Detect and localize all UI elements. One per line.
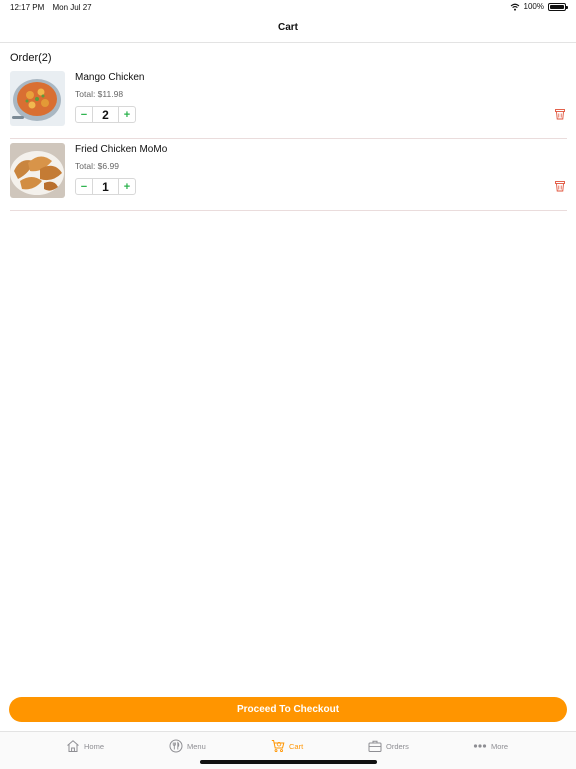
order-count-header: Order(2) bbox=[10, 52, 52, 64]
tab-label: More bbox=[491, 741, 509, 751]
item-name: Fried Chicken MoMo bbox=[75, 144, 168, 155]
tab-label: Orders bbox=[386, 741, 409, 751]
tab-cart[interactable]: Cart bbox=[271, 739, 303, 753]
battery-percent: 100% bbox=[523, 2, 544, 11]
decrement-button[interactable]: − bbox=[76, 179, 93, 194]
mango-chicken-image bbox=[10, 71, 65, 126]
status-time: 12:17 PM bbox=[10, 3, 45, 12]
status-bar: 12:17 PM Mon Jul 27 100% bbox=[0, 0, 576, 14]
item-name: Mango Chicken bbox=[75, 72, 145, 83]
tab-home[interactable]: Home bbox=[66, 739, 104, 753]
increment-button[interactable]: + bbox=[118, 107, 135, 122]
status-date: Mon Jul 27 bbox=[52, 3, 92, 12]
orders-icon bbox=[368, 740, 382, 752]
tab-label: Home bbox=[84, 741, 105, 751]
status-left: 12:17 PM Mon Jul 27 bbox=[10, 3, 98, 12]
cart-icon bbox=[271, 740, 285, 753]
page-title: Cart bbox=[277, 22, 298, 33]
tab-orders[interactable]: Orders bbox=[368, 739, 409, 753]
item-total: Total: $6.99 bbox=[75, 161, 119, 171]
status-right: 100% bbox=[510, 2, 568, 11]
cart-item-mango-chicken: Mango Chicken Total: $11.98 − 2 + bbox=[10, 68, 567, 139]
more-icon bbox=[473, 744, 487, 748]
menu-icon bbox=[169, 739, 183, 753]
tab-label: Menu bbox=[187, 741, 206, 751]
cart-item-fried-chicken-momo: Fried Chicken MoMo Total: $6.99 − 1 + bbox=[10, 140, 567, 211]
navigation-bar: Cart bbox=[0, 14, 576, 43]
battery-icon bbox=[548, 2, 568, 11]
proceed-to-checkout-button[interactable]: Proceed To Checkout bbox=[9, 697, 567, 722]
quantity-value: 1 bbox=[102, 179, 109, 194]
quantity-value: 2 bbox=[102, 107, 109, 122]
tab-menu[interactable]: Menu bbox=[169, 739, 206, 753]
trash-icon[interactable] bbox=[555, 180, 565, 192]
home-icon bbox=[67, 740, 79, 752]
wifi-icon bbox=[510, 3, 519, 11]
cart-list: Mango Chicken Total: $11.98 − 2 + Fried … bbox=[10, 68, 567, 212]
item-total: Total: $11.98 bbox=[75, 89, 124, 99]
tab-more[interactable]: More bbox=[473, 739, 508, 753]
increment-button[interactable]: + bbox=[118, 179, 135, 194]
tab-label: Cart bbox=[289, 741, 304, 751]
trash-icon[interactable] bbox=[555, 108, 565, 120]
quantity-stepper: − 1 + bbox=[75, 178, 136, 195]
quantity-stepper: − 2 + bbox=[75, 106, 136, 123]
home-indicator[interactable] bbox=[200, 760, 377, 764]
fried-chicken-momo-image bbox=[10, 143, 65, 198]
decrement-button[interactable]: − bbox=[76, 107, 93, 122]
